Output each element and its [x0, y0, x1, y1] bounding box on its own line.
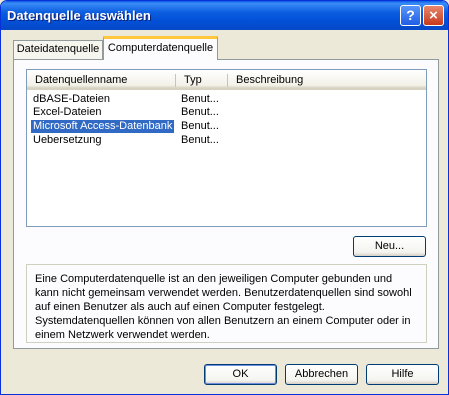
list-item-name: Microsoft Access-Datenbank [31, 120, 175, 133]
help-title-button[interactable]: ? [400, 5, 421, 26]
help-icon: ? [406, 7, 415, 23]
list-item-selected[interactable]: Microsoft Access-Datenbank Benut... [27, 120, 426, 133]
column-header-name[interactable]: Datenquellenname [27, 70, 176, 90]
column-label: Beschreibung [236, 74, 304, 86]
column-label: Datenquellenname [35, 74, 128, 86]
list-item-type: Benut... [181, 134, 219, 146]
list-item-type: Benut... [181, 120, 219, 132]
description-box: Eine Computerdatenquelle ist an den jewe… [26, 264, 427, 343]
data-source-list[interactable]: Datenquellenname Typ Beschreibung dBASE-… [26, 69, 427, 227]
ok-button[interactable]: OK [204, 364, 277, 385]
list-item-name: dBASE-Dateien [33, 93, 111, 105]
list-item[interactable]: Excel-Dateien Benut... [27, 106, 426, 119]
dialog-window: Datenquelle auswählen ? × Dateidatenquel… [0, 0, 449, 395]
close-title-button[interactable]: × [423, 5, 444, 26]
tab-dateidatenquelle[interactable]: Dateidatenquelle [13, 40, 103, 60]
column-label: Typ [184, 74, 202, 86]
title-bar[interactable]: Datenquelle auswählen ? × [1, 1, 448, 30]
list-item-type: Benut... [181, 106, 219, 118]
help-button[interactable]: Hilfe [366, 364, 439, 385]
tab-label: Dateidatenquelle [16, 43, 100, 55]
tab-computerdatenquelle[interactable]: Computerdatenquelle [103, 36, 218, 60]
close-icon: × [429, 7, 438, 24]
window-title: Datenquelle auswählen [7, 8, 151, 23]
cancel-button[interactable]: Abbrechen [285, 364, 358, 385]
description-text: Eine Computerdatenquelle ist an den jewe… [35, 273, 412, 341]
list-item-name: Uebersetzung [33, 134, 102, 146]
tab-label: Computerdatenquelle [107, 42, 214, 54]
new-button[interactable]: Neu... [353, 236, 426, 257]
list-item-type: Benut... [181, 93, 219, 105]
list-item[interactable]: dBASE-Dateien Benut... [27, 93, 426, 106]
list-item-name: Excel-Dateien [33, 106, 102, 118]
list-item[interactable]: Uebersetzung Benut... [27, 134, 426, 147]
column-header-type[interactable]: Typ [176, 70, 228, 90]
list-header: Datenquellenname Typ Beschreibung [27, 70, 426, 91]
column-header-description[interactable]: Beschreibung [228, 70, 426, 90]
